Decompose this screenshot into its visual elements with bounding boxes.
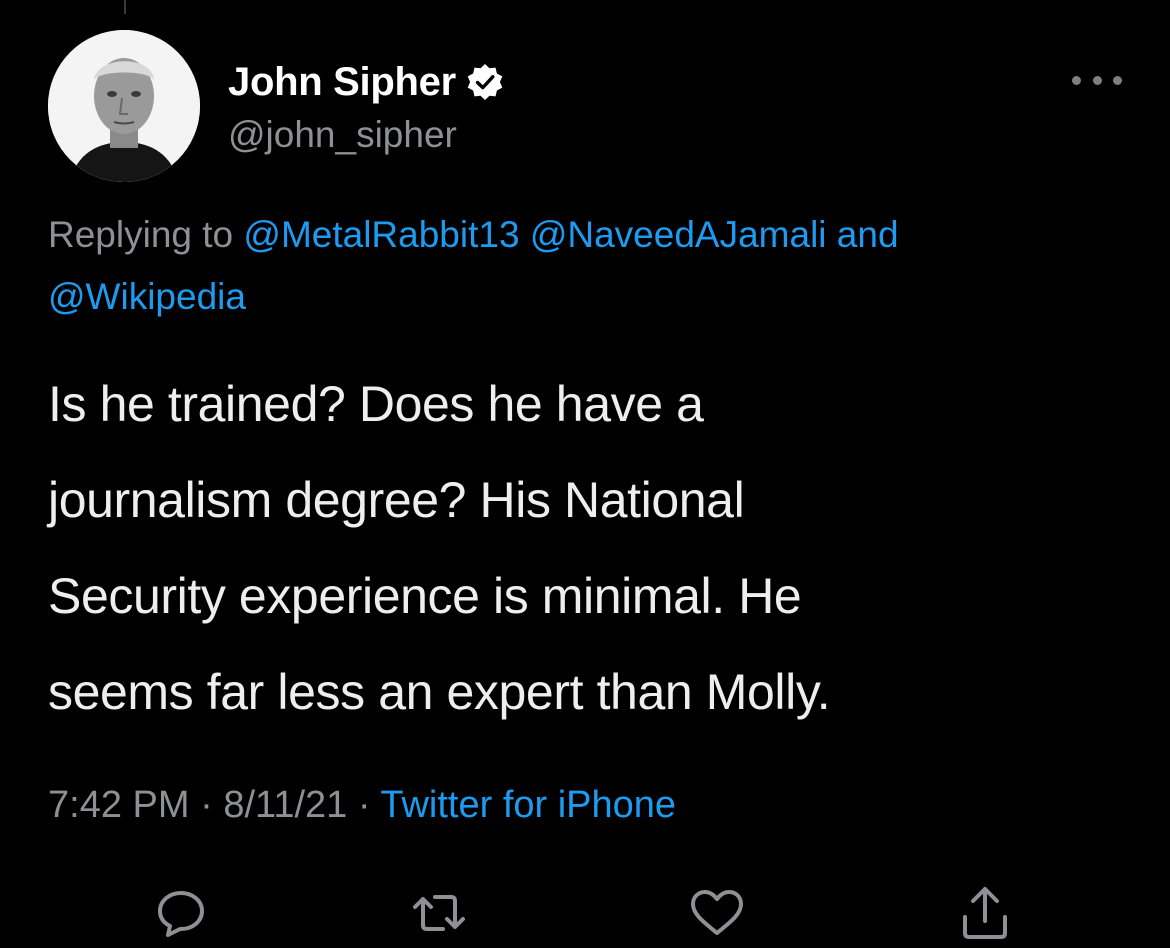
tweet-time: 7:42 PM <box>48 784 190 826</box>
verified-badge-icon <box>466 63 504 101</box>
author-display-name[interactable]: John Sipher <box>228 60 456 105</box>
meta-separator: · <box>357 784 371 826</box>
author-name-row[interactable]: John Sipher <box>228 58 504 106</box>
thread-connector-line <box>124 0 126 14</box>
reply-conjunction: and <box>836 214 899 255</box>
more-dot <box>1072 75 1081 85</box>
reply-icon <box>153 885 209 941</box>
tweet-text-line: Security experience is minimal. He <box>48 568 802 624</box>
avatar[interactable] <box>48 30 200 182</box>
more-dot <box>1092 75 1102 85</box>
share-button[interactable] <box>950 878 1020 948</box>
heart-icon <box>687 885 747 941</box>
reply-button[interactable] <box>146 878 216 948</box>
mention-link[interactable]: @MetalRabbit13 <box>243 214 519 255</box>
tweet-text-line: seems far less an expert than Molly. <box>48 664 831 720</box>
more-options-icon[interactable] <box>1072 60 1122 100</box>
tweet-action-bar <box>0 878 1170 948</box>
tweet-text-line: journalism degree? His National <box>48 472 745 528</box>
meta-separator: · <box>200 784 213 826</box>
tweet-text: Is he trained? Does he have a journalism… <box>48 356 1128 740</box>
retweet-icon <box>409 885 469 941</box>
reply-context: Replying to @MetalRabbit13 @NaveedAJamal… <box>48 204 1128 328</box>
more-dot <box>1113 75 1122 85</box>
tweet-text-line: Is he trained? Does he have a <box>48 376 704 432</box>
like-button[interactable] <box>682 878 752 948</box>
mention-link[interactable]: @NaveedAJamali <box>530 214 827 255</box>
retweet-button[interactable] <box>404 878 474 948</box>
author-handle[interactable]: @john_sipher <box>228 114 457 156</box>
mention-link[interactable]: @Wikipedia <box>48 276 246 317</box>
reply-prefix: Replying to <box>48 214 234 255</box>
tweet-date: 8/11/21 <box>223 784 348 826</box>
share-icon <box>957 883 1013 943</box>
tweet-source-link[interactable]: Twitter for iPhone <box>380 784 676 826</box>
avatar-photo <box>48 30 200 182</box>
tweet-meta: 7:42 PM · 8/11/21 · Twitter for iPhone <box>48 784 676 827</box>
